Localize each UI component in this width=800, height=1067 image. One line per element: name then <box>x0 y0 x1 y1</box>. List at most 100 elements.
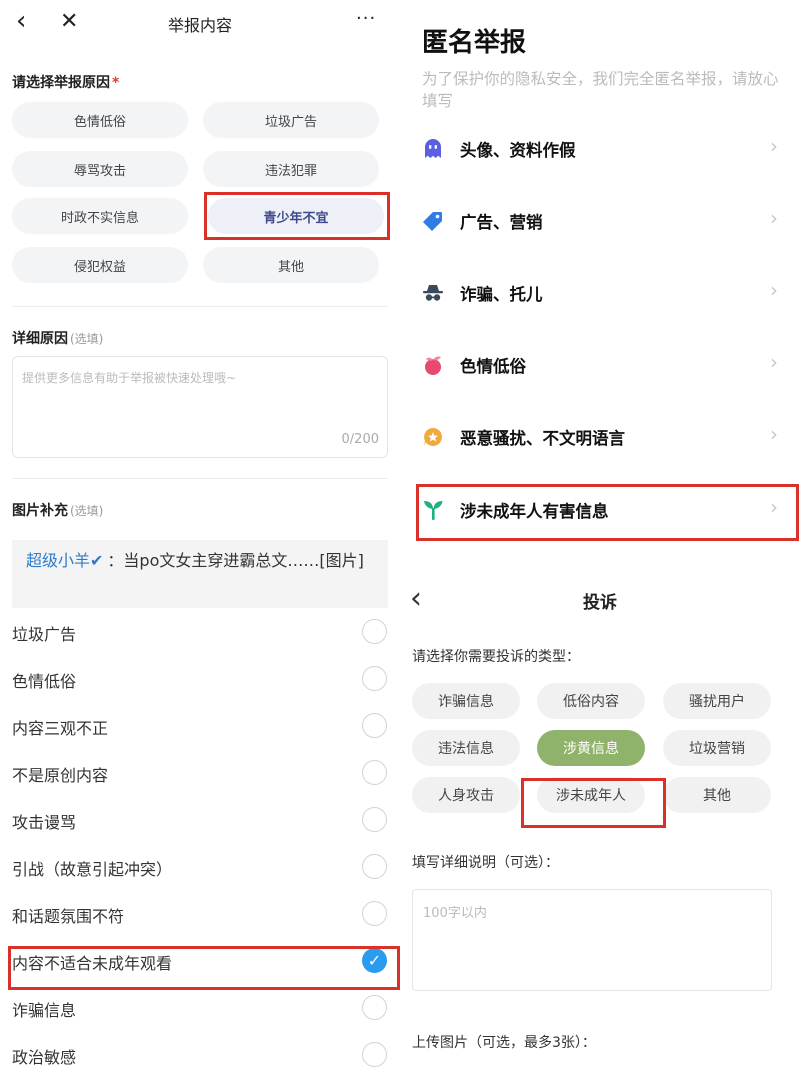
image-section-title: 图片补充 (选填) <box>12 500 103 520</box>
reason-title-text: 请选择举报原因 <box>12 75 110 91</box>
tag-spam-marketing[interactable]: 垃圾营销 <box>663 730 771 766</box>
optional-hint: (选填) <box>70 504 104 518</box>
chevron-right-icon: › <box>770 278 778 302</box>
tag-other[interactable]: 其他 <box>663 777 771 813</box>
report-option-row[interactable]: 和话题氛围不符 <box>0 891 400 937</box>
reason-pill-politics[interactable]: 时政不实信息 <box>12 198 188 234</box>
report-item-label: 头像、资料作假 <box>460 141 576 160</box>
reason-pill-illegal[interactable]: 违法犯罪 <box>203 151 379 187</box>
report-option-label: 不是原创内容 <box>12 766 109 785</box>
radio-circle-icon[interactable] <box>362 995 387 1020</box>
tag-icon <box>423 212 442 231</box>
tag-personal-attack[interactable]: 人身攻击 <box>412 777 520 813</box>
checkmark-icon[interactable]: ✓ <box>362 948 387 973</box>
reason-pill-other[interactable]: 其他 <box>203 247 379 283</box>
complaint-detail-input[interactable]: 100字以内 <box>412 889 772 991</box>
report-item-fake-profile[interactable]: 头像、资料作假 › <box>400 112 800 184</box>
report-option-row[interactable]: 引战（故意引起冲突） <box>0 844 400 890</box>
report-option-label: 诈骗信息 <box>12 1001 77 1020</box>
upload-label: 上传图片（可选，最多3张）： <box>412 1035 596 1051</box>
detail-title-text: 详细原因 <box>12 331 68 347</box>
radio-circle-icon[interactable] <box>362 901 387 926</box>
report-option-row[interactable]: 诈骗信息 <box>0 985 400 1031</box>
report-item-ads[interactable]: 广告、营销 › <box>400 184 800 256</box>
tag-minor[interactable]: 涉未成年人 <box>537 777 645 813</box>
chevron-right-icon: › <box>770 422 778 446</box>
report-option-row[interactable]: 内容不适合未成年观看 ✓ <box>0 938 400 984</box>
tag-illegal[interactable]: 违法信息 <box>412 730 520 766</box>
char-counter: 0/200 <box>341 432 379 447</box>
radio-circle-icon[interactable] <box>362 666 387 691</box>
more-icon[interactable]: ··· <box>356 10 376 28</box>
detail-placeholder: 提供更多信息有助于举报被快速处理哦~ <box>22 371 237 385</box>
radio-circle-icon[interactable] <box>362 713 387 738</box>
report-option-label: 内容三观不正 <box>12 719 109 738</box>
report-option-label: 攻击谩骂 <box>12 813 77 832</box>
detail-placeholder: 100字以内 <box>423 906 487 921</box>
divider <box>12 478 388 479</box>
report-option-row[interactable]: 垃圾广告 <box>0 609 400 655</box>
quote-text: ：当po文女主穿进霸总文……[图片] <box>107 551 364 570</box>
radio-circle-icon[interactable] <box>362 1042 387 1067</box>
anonymous-report-panel: 匿名举报 为了保护你的隐私安全，我们完全匿名举报，请放心填写 头像、资料作假 ›… <box>400 0 800 560</box>
page-title: 举报内容 <box>167 16 232 35</box>
report-item-label: 涉未成年人有害信息 <box>460 502 609 521</box>
report-option-row[interactable]: 政治敏感 <box>0 1032 400 1067</box>
divider <box>12 306 388 307</box>
detail-reason-input[interactable]: 提供更多信息有助于举报被快速处理哦~ 0/200 <box>12 356 388 458</box>
complaint-title: 投诉 <box>583 593 617 613</box>
peach-icon <box>425 356 441 375</box>
tag-harassment[interactable]: 骚扰用户 <box>663 683 771 719</box>
report-option-row[interactable]: 内容三观不正 <box>0 703 400 749</box>
tag-porn[interactable]: 涉黄信息 <box>537 730 645 766</box>
star-bubble-icon <box>424 428 442 446</box>
image-title-text: 图片补充 <box>12 503 68 519</box>
report-option-label: 色情低俗 <box>12 672 77 691</box>
tag-vulgar[interactable]: 低俗内容 <box>537 683 645 719</box>
quote-username[interactable]: 超级小羊 <box>26 551 90 570</box>
detail-section-title: 详细原因 (选填) <box>12 328 103 348</box>
complaint-type-prompt: 请选择你需要投诉的类型： <box>412 649 580 665</box>
spy-icon <box>423 285 443 301</box>
required-mark: * <box>112 75 120 91</box>
report-option-row[interactable]: 色情低俗 <box>0 656 400 702</box>
report-item-harassment[interactable]: 恶意骚扰、不文明语言 › <box>400 400 800 472</box>
report-option-label: 和话题氛围不符 <box>12 907 125 926</box>
report-option-row[interactable]: 攻击谩骂 <box>0 797 400 843</box>
ghost-icon <box>425 139 441 158</box>
chevron-right-icon: › <box>770 134 778 158</box>
report-option-label: 内容不适合未成年观看 <box>12 954 173 973</box>
report-item-label: 色情低俗 <box>460 357 526 376</box>
complaint-panel: ‹ 投诉 请选择你需要投诉的类型： 诈骗信息 低俗内容 骚扰用户 违法信息 涉黄… <box>400 560 800 1067</box>
report-option-label: 政治敏感 <box>12 1048 77 1067</box>
chevron-right-icon: › <box>770 495 778 519</box>
reason-section-title: 请选择举报原因 * <box>12 72 119 92</box>
anonymous-report-title: 匿名举报 <box>422 28 527 58</box>
anonymous-report-subtitle: 为了保护你的隐私安全，我们完全匿名举报，请放心填写 <box>422 70 779 110</box>
sprout-icon <box>424 501 443 520</box>
radio-circle-icon[interactable] <box>362 854 387 879</box>
chevron-right-icon: › <box>770 206 778 230</box>
radio-circle-icon[interactable] <box>362 760 387 785</box>
report-item-porn[interactable]: 色情低俗 › <box>400 328 800 400</box>
report-item-minor-harm[interactable]: 涉未成年人有害信息 › <box>400 473 800 545</box>
radio-circle-icon[interactable] <box>362 619 387 644</box>
report-option-row[interactable]: 不是原创内容 <box>0 750 400 796</box>
report-item-label: 诈骗、托儿 <box>460 285 543 304</box>
verified-icon: ✔ <box>90 551 104 570</box>
report-item-label: 恶意骚扰、不文明语言 <box>460 429 625 448</box>
reason-pill-rights[interactable]: 侵犯权益 <box>12 247 188 283</box>
reason-pill-abuse[interactable]: 辱骂攻击 <box>12 151 188 187</box>
report-item-fraud[interactable]: 诈骗、托儿 › <box>400 256 800 328</box>
reason-pill-teen-unsuitable[interactable]: 青少年不宜 <box>208 198 384 234</box>
report-option-label: 垃圾广告 <box>12 625 77 644</box>
report-item-label: 广告、营销 <box>460 213 543 232</box>
reason-pill-porn[interactable]: 色情低俗 <box>12 102 188 138</box>
report-option-label: 引战（故意引起冲突） <box>12 860 173 879</box>
quoted-post: 超级小羊✔ ：当po文女主穿进霸总文……[图片] <box>12 540 388 608</box>
reason-pill-spam[interactable]: 垃圾广告 <box>203 102 379 138</box>
tag-fraud[interactable]: 诈骗信息 <box>412 683 520 719</box>
chevron-right-icon: › <box>770 350 778 374</box>
radio-circle-icon[interactable] <box>362 807 387 832</box>
optional-hint: (选填) <box>70 332 104 346</box>
